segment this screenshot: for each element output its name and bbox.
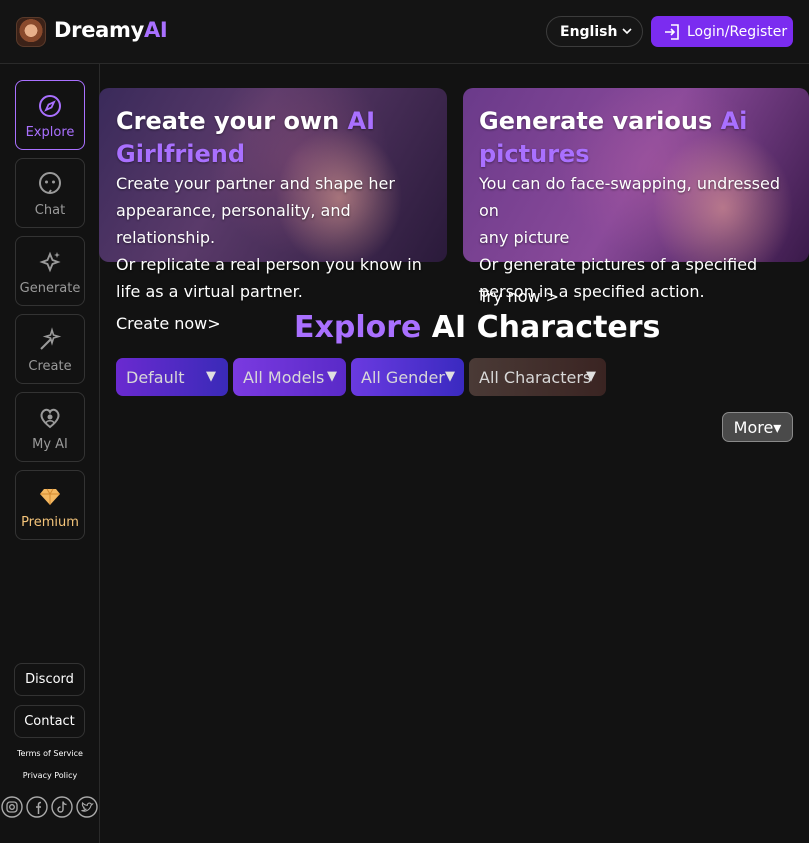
discord-label: Discord (25, 672, 74, 687)
sidebar-item-premium[interactable]: Premium (15, 470, 85, 540)
promo-desc-line: Or generate pictures of a specified (479, 255, 758, 274)
brand-name-accent: AI (143, 18, 168, 42)
chat-bubble-icon (39, 172, 61, 194)
contact-label: Contact (24, 714, 75, 729)
sidebar-item-create[interactable]: Create (15, 314, 85, 384)
sidebar-item-label: Chat (34, 203, 66, 218)
sidebar: Explore Chat Generate Create My AI Premi… (0, 64, 100, 843)
filter-gender[interactable]: All Gender ▼ (351, 358, 464, 396)
promo-title-pictures: Generate various Ai pictures (479, 105, 747, 171)
diamond-icon (40, 488, 60, 505)
sidebar-item-explore[interactable]: Explore (15, 80, 85, 150)
tiktok-icon[interactable] (51, 796, 73, 818)
promo-title-accent: AI (347, 107, 376, 135)
contact-button[interactable]: Contact (14, 705, 85, 738)
sidebar-item-label: Create (28, 359, 72, 374)
sidebar-item-my-ai[interactable]: My AI (15, 392, 85, 462)
discord-button[interactable]: Discord (14, 663, 85, 696)
terms-of-service-link[interactable]: Terms of Service (0, 749, 100, 758)
language-label: English (560, 23, 618, 40)
sidebar-item-label: Premium (21, 515, 79, 530)
login-label: Login/Register (687, 23, 788, 40)
promo-title-main: Generate various (479, 107, 721, 135)
explore-heading-rest: AI Characters (421, 310, 661, 345)
magic-wand-icon (40, 327, 62, 350)
filter-label: All Gender (361, 367, 445, 387)
explore-heading: Explore AI Characters (294, 310, 660, 345)
sidebar-item-generate[interactable]: Generate (15, 236, 85, 306)
social-links (1, 796, 98, 818)
dropdown-arrow-icon: ▼ (586, 369, 596, 384)
facebook-icon[interactable] (26, 796, 48, 818)
more-button[interactable]: More▾ (722, 412, 793, 442)
promo-desc-line: You can do face-swapping, undressed on (479, 174, 781, 220)
top-header: DreamyAI English Login/Register (0, 0, 809, 64)
dropdown-arrow-icon: ▼ (327, 369, 337, 384)
sidebar-item-label: Generate (19, 281, 81, 296)
promo-desc-line: life as a virtual partner. (116, 282, 303, 301)
twitter-icon[interactable] (76, 796, 98, 818)
filter-label: All Models (243, 367, 325, 387)
filter-models[interactable]: All Models ▼ (233, 358, 346, 396)
brand-name: Dreamy (54, 18, 144, 42)
promo-desc-line: relationship. (116, 228, 216, 247)
heart-person-icon (40, 408, 60, 429)
promo-desc-line: Create your partner and shape her (116, 174, 395, 193)
create-now-link[interactable]: Create now> (116, 314, 221, 333)
brand-logo[interactable]: DreamyAI (54, 18, 168, 42)
promo-desc-line: any picture (479, 228, 570, 247)
instagram-icon[interactable] (1, 796, 23, 818)
login-icon (665, 24, 679, 40)
sidebar-item-label: My AI (32, 437, 68, 452)
language-select[interactable]: English (546, 16, 643, 47)
filter-label: Default (126, 367, 185, 387)
logo-avatar[interactable] (16, 17, 46, 47)
promo-description-pictures: You can do face-swapping, undressed on a… (479, 170, 805, 305)
promo-title-accent: Ai (720, 107, 748, 135)
sidebar-item-chat[interactable]: Chat (15, 158, 85, 228)
dropdown-arrow-icon: ▼ (206, 369, 216, 384)
promo-title-accent: Girlfriend (116, 140, 246, 168)
compass-icon (39, 95, 61, 117)
filter-label: All Characters (479, 367, 592, 387)
promo-title-accent: pictures (479, 140, 590, 168)
promo-title-girlfriend: Create your own AI Girlfriend (116, 105, 375, 171)
filter-sort-default[interactable]: Default ▼ (116, 358, 228, 396)
sidebar-item-label: Explore (25, 125, 75, 140)
explore-heading-accent: Explore (294, 310, 422, 345)
promo-desc-line: appearance, personality, and (116, 201, 351, 220)
promo-description-girlfriend: Create your partner and shape her appear… (116, 170, 436, 305)
try-now-link[interactable]: Try now > (479, 287, 559, 306)
login-register-button[interactable]: Login/Register (651, 16, 793, 47)
chevron-down-icon (622, 28, 632, 35)
sparkle-icon (39, 251, 61, 273)
privacy-policy-link[interactable]: Privacy Policy (0, 771, 100, 780)
dropdown-arrow-icon: ▼ (445, 369, 455, 384)
promo-title-main: Create your own (116, 107, 348, 135)
promo-desc-line: Or replicate a real person you know in (116, 255, 422, 274)
filter-characters[interactable]: All Characters ▼ (469, 358, 606, 396)
